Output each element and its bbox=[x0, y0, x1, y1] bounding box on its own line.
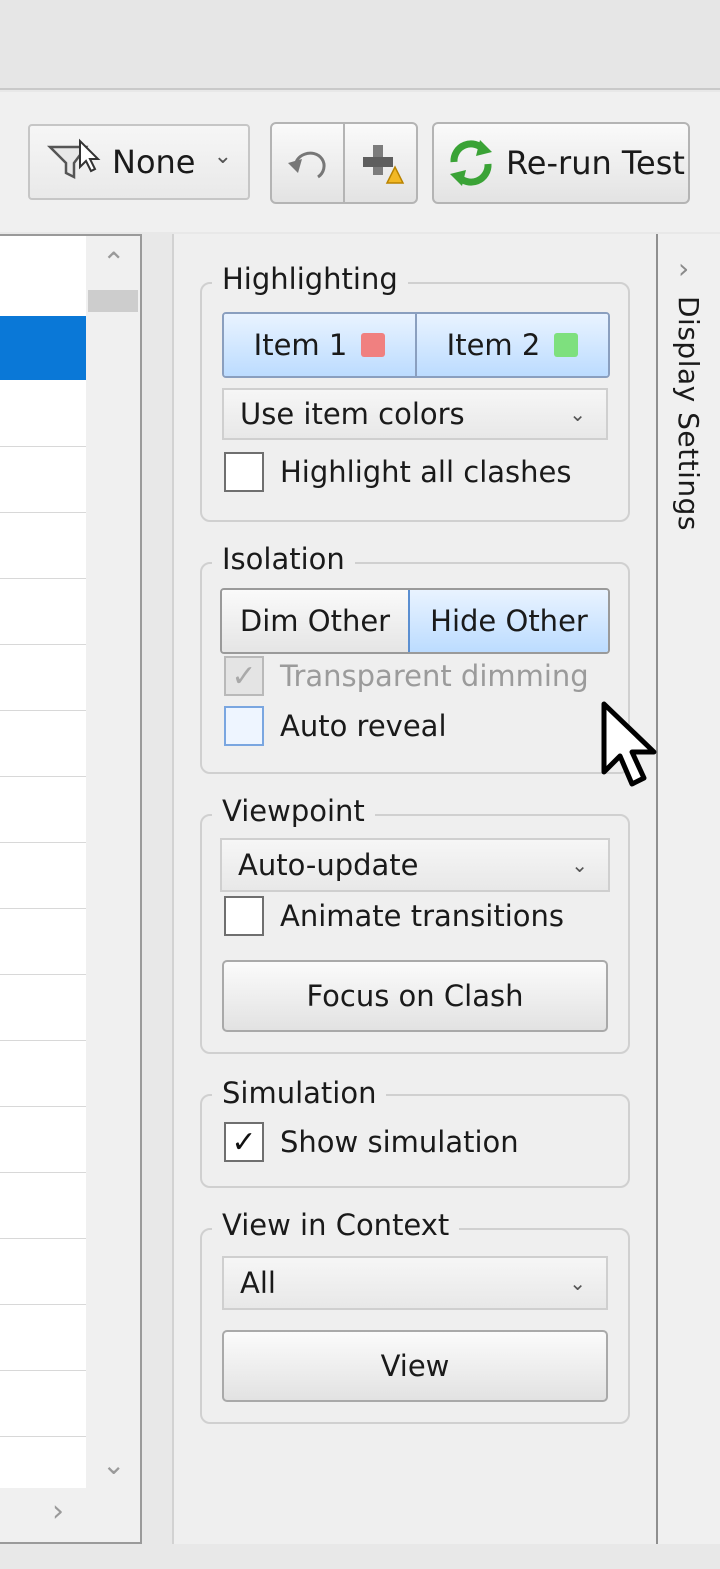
show-simulation-label: Show simulation bbox=[280, 1125, 519, 1159]
show-simulation-checkbox[interactable]: ✓ Show simulation bbox=[224, 1122, 519, 1162]
list-row[interactable] bbox=[0, 1172, 90, 1239]
list-row[interactable] bbox=[0, 1304, 90, 1371]
hide-other-label: Hide Other bbox=[430, 604, 588, 638]
assign-icon bbox=[362, 145, 404, 184]
checkbox-box[interactable]: ✓ bbox=[224, 1122, 264, 1162]
window-top-strip bbox=[0, 0, 720, 90]
display-settings-tab-label: Display Settings bbox=[672, 296, 705, 531]
undo-assign-group bbox=[270, 122, 418, 204]
item2-button[interactable]: Item 2 bbox=[415, 314, 608, 376]
hide-other-button[interactable]: Hide Other bbox=[408, 590, 608, 652]
list-row[interactable] bbox=[0, 1040, 90, 1107]
scroll-down-icon[interactable]: ⌄ bbox=[102, 1448, 125, 1481]
item1-label: Item 1 bbox=[253, 328, 348, 362]
list-row[interactable] bbox=[0, 578, 90, 645]
list-row[interactable] bbox=[0, 710, 90, 777]
highlight-all-label: Highlight all clashes bbox=[280, 455, 572, 489]
item2-color-swatch bbox=[554, 333, 579, 357]
animate-transitions-checkbox[interactable]: Animate transitions bbox=[224, 896, 564, 936]
isolation-toggle: Dim Other Hide Other bbox=[220, 588, 610, 654]
list-row[interactable] bbox=[0, 644, 90, 711]
checkbox-box[interactable] bbox=[224, 452, 264, 492]
chevron-down-icon: ⌄ bbox=[571, 853, 588, 877]
item1-color-swatch bbox=[361, 333, 386, 357]
scrollbar-thumb[interactable] bbox=[88, 290, 138, 312]
funnel-icon bbox=[46, 138, 101, 180]
highlighting-legend: Highlighting bbox=[212, 262, 408, 296]
view-in-context-legend: View in Context bbox=[212, 1208, 460, 1242]
item2-label: Item 2 bbox=[446, 328, 541, 362]
list-row-selected[interactable] bbox=[0, 316, 90, 380]
transparent-dimming-label: Transparent dimming bbox=[280, 659, 589, 693]
scroll-up-icon[interactable]: ⌃ bbox=[102, 246, 125, 279]
highlight-item-toggle: Item 1 Item 2 bbox=[222, 312, 610, 378]
list-row[interactable] bbox=[0, 842, 90, 909]
simulation-legend: Simulation bbox=[212, 1076, 387, 1110]
highlight-all-checkbox[interactable]: Highlight all clashes bbox=[224, 452, 571, 492]
auto-reveal-label: Auto reveal bbox=[280, 709, 447, 743]
view-in-context-value: All bbox=[240, 1266, 276, 1300]
list-row[interactable] bbox=[0, 908, 90, 975]
item1-button[interactable]: Item 1 bbox=[224, 314, 415, 376]
list-row[interactable] bbox=[0, 776, 90, 843]
chevron-down-icon: ⌄ bbox=[213, 144, 232, 169]
rerun-test-label: Re-run Test bbox=[506, 144, 685, 182]
view-button-label: View bbox=[380, 1349, 450, 1383]
assign-button[interactable] bbox=[343, 124, 416, 202]
checkbox-box[interactable] bbox=[224, 706, 264, 746]
list-row[interactable] bbox=[0, 1238, 90, 1305]
viewpoint-legend: Viewpoint bbox=[212, 794, 375, 828]
animate-transitions-label: Animate transitions bbox=[280, 899, 564, 933]
auto-reveal-checkbox[interactable]: Auto reveal bbox=[224, 706, 447, 746]
highlight-mode-value: Use item colors bbox=[240, 397, 465, 431]
transparent-dimming-checkbox[interactable]: ✓ Transparent dimming bbox=[224, 656, 589, 696]
highlight-mode-dropdown[interactable]: Use item colors ⌄ bbox=[222, 388, 608, 440]
vertical-scrollbar[interactable] bbox=[86, 236, 140, 1488]
list-row[interactable] bbox=[0, 446, 90, 513]
mouse-cursor-icon bbox=[601, 701, 657, 787]
chevron-down-icon: ⌄ bbox=[569, 402, 586, 426]
dim-other-button[interactable]: Dim Other bbox=[222, 590, 408, 652]
rerun-test-button[interactable]: Re-run Test bbox=[432, 122, 690, 204]
dim-other-label: Dim Other bbox=[239, 604, 391, 638]
results-list[interactable]: ⌃ ⌄ › bbox=[0, 234, 142, 1544]
horizontal-scrollbar[interactable] bbox=[0, 1488, 140, 1542]
chevron-right-icon[interactable]: › bbox=[678, 252, 689, 285]
refresh-icon bbox=[450, 140, 492, 186]
isolation-legend: Isolation bbox=[212, 542, 355, 576]
view-in-context-dropdown[interactable]: All ⌄ bbox=[222, 1256, 608, 1310]
chevron-down-icon: ⌄ bbox=[569, 1271, 586, 1295]
undo-button[interactable] bbox=[272, 124, 343, 202]
viewpoint-mode-value: Auto-update bbox=[238, 848, 419, 882]
list-row[interactable] bbox=[0, 974, 90, 1041]
list-row[interactable] bbox=[0, 512, 90, 579]
display-settings-tab[interactable]: › Display Settings bbox=[656, 234, 720, 1544]
list-row[interactable] bbox=[0, 1370, 90, 1437]
checkbox-box[interactable]: ✓ bbox=[224, 656, 264, 696]
filter-value: None bbox=[112, 143, 196, 181]
viewpoint-mode-dropdown[interactable]: Auto-update ⌄ bbox=[220, 838, 610, 892]
focus-on-clash-button[interactable]: Focus on Clash bbox=[222, 960, 608, 1032]
list-row[interactable] bbox=[0, 1106, 90, 1173]
scroll-right-icon[interactable]: › bbox=[52, 1494, 64, 1529]
view-button[interactable]: View bbox=[222, 1330, 608, 1402]
undo-icon bbox=[287, 151, 326, 179]
focus-on-clash-label: Focus on Clash bbox=[306, 979, 524, 1013]
list-row[interactable] bbox=[0, 380, 90, 447]
filter-dropdown[interactable]: None ⌄ bbox=[28, 124, 250, 200]
checkbox-box[interactable] bbox=[224, 896, 264, 936]
